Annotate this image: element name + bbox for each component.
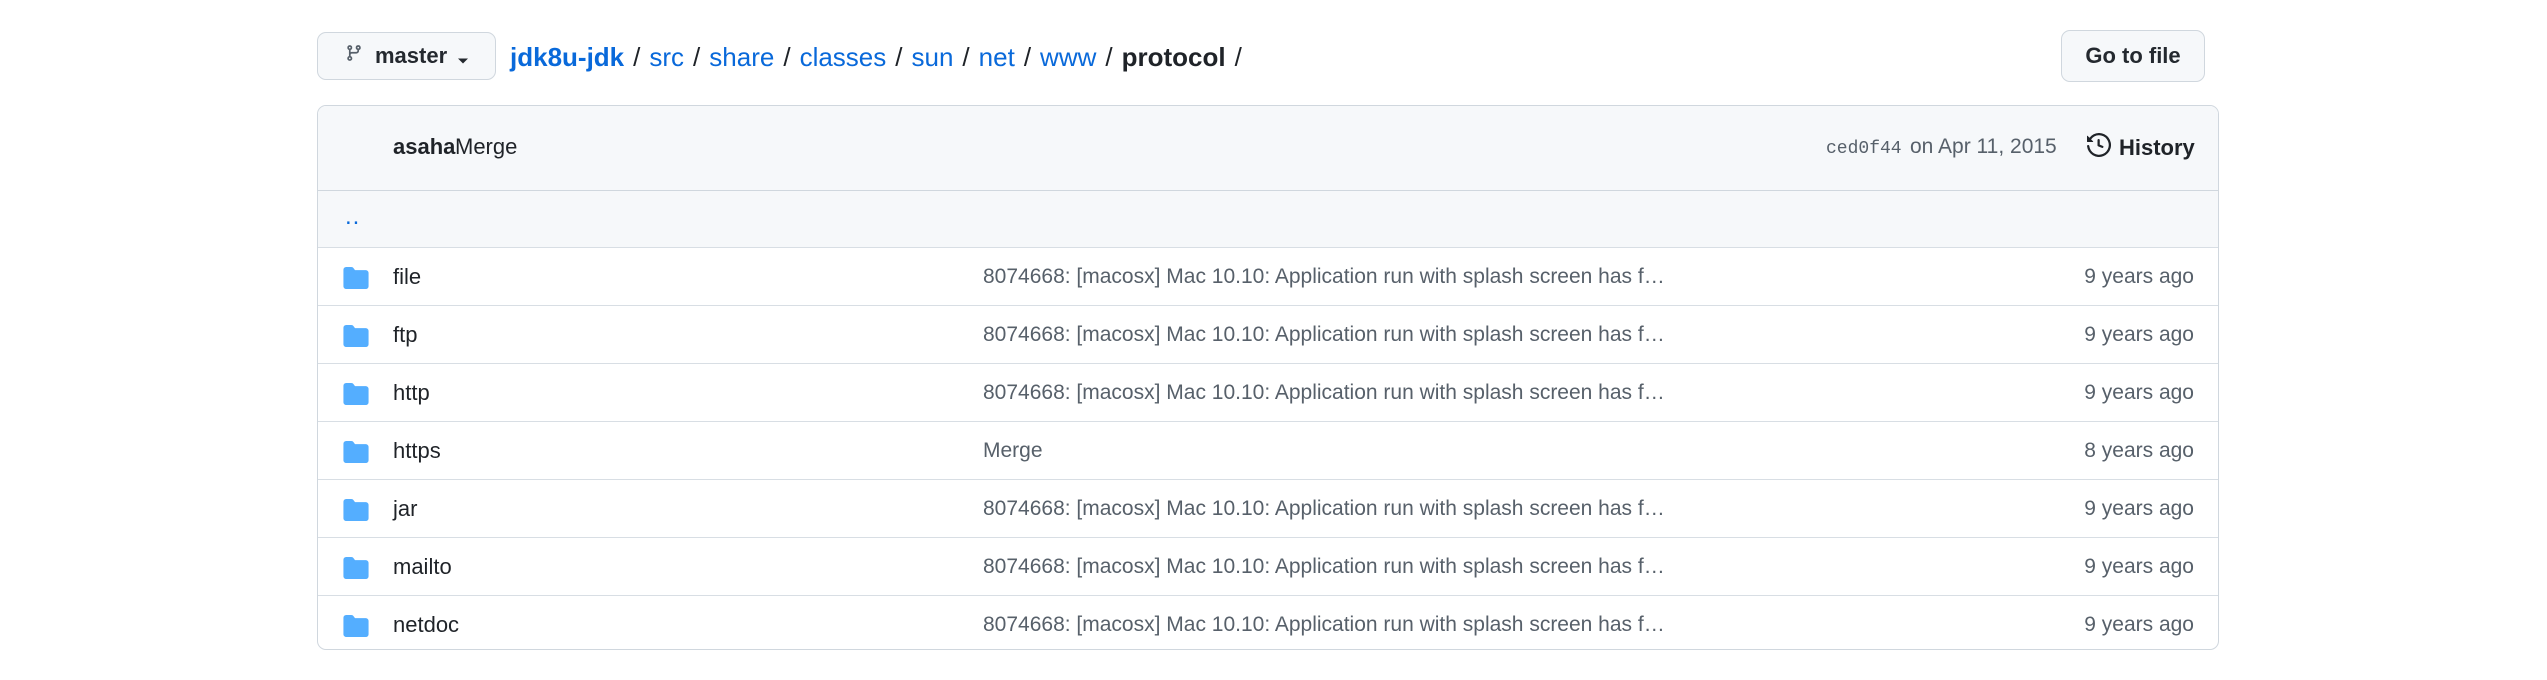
file-commit-age: 9 years ago xyxy=(2084,555,2194,578)
commit-message[interactable]: Merge xyxy=(455,134,517,160)
breadcrumb-item-classes[interactable]: classes xyxy=(800,42,887,72)
file-name[interactable]: netdoc xyxy=(393,612,459,638)
file-commit-message[interactable]: 8074668: [macosx] Mac 10.10: Application… xyxy=(983,497,1665,521)
file-row-mailto[interactable]: mailto 8074668: [macosx] Mac 10.10: Appl… xyxy=(318,538,2218,596)
file-commit-age: 9 years ago xyxy=(2084,381,2194,404)
file-name[interactable]: jar xyxy=(393,496,417,522)
parent-directory-row[interactable]: .. xyxy=(318,191,2218,248)
breadcrumb-separator: / xyxy=(693,42,701,72)
file-row-https[interactable]: https Merge 8 years ago xyxy=(318,422,2218,480)
folder-icon xyxy=(343,615,369,642)
breadcrumb-item-jdk8u-jdk[interactable]: jdk8u-jdk xyxy=(510,42,624,72)
file-commit-message[interactable]: 8074668: [macosx] Mac 10.10: Application… xyxy=(983,555,1665,579)
breadcrumb-separator: / xyxy=(895,42,903,72)
history-clock-icon xyxy=(2087,132,2119,163)
file-row-jar[interactable]: jar 8074668: [macosx] Mac 10.10: Applica… xyxy=(318,480,2218,538)
breadcrumb-item-net[interactable]: net xyxy=(979,42,1015,72)
breadcrumb-separator: / xyxy=(1105,42,1113,72)
file-row-ftp[interactable]: ftp 8074668: [macosx] Mac 10.10: Applica… xyxy=(318,306,2218,364)
folder-icon xyxy=(343,383,369,410)
breadcrumb-separator: / xyxy=(1234,42,1242,72)
folder-icon xyxy=(343,267,369,294)
breadcrumb-item-www[interactable]: www xyxy=(1040,42,1096,72)
breadcrumb-separator: / xyxy=(1023,42,1032,72)
file-commit-message[interactable]: 8074668: [macosx] Mac 10.10: Application… xyxy=(983,323,1665,347)
folder-icon xyxy=(343,499,369,526)
file-name[interactable]: file xyxy=(393,264,421,290)
breadcrumb-separator: / xyxy=(962,42,970,72)
breadcrumb-separator: / xyxy=(633,42,641,72)
breadcrumb-item-src[interactable]: src xyxy=(649,42,684,72)
file-name[interactable]: mailto xyxy=(393,554,452,580)
go-to-file-button[interactable]: Go to file xyxy=(2061,30,2205,82)
breadcrumb-item-share[interactable]: share xyxy=(709,42,774,72)
file-commit-age: 9 years ago xyxy=(2084,265,2194,288)
history-label: History xyxy=(2119,135,2195,160)
file-row-http[interactable]: http 8074668: [macosx] Mac 10.10: Applic… xyxy=(318,364,2218,422)
file-name[interactable]: https xyxy=(393,438,441,464)
commit-author[interactable]: asaha xyxy=(393,134,455,160)
folder-icon xyxy=(343,557,369,584)
parent-directory-link[interactable]: .. xyxy=(345,203,360,231)
file-row-file[interactable]: file 8074668: [macosx] Mac 10.10: Applic… xyxy=(318,248,2218,306)
history-link[interactable]: History xyxy=(2087,132,2195,163)
file-row-netdoc[interactable]: netdoc 8074668: [macosx] Mac 10.10: Appl… xyxy=(318,596,2218,649)
file-list-box: asaha Merge ced0f44 on Apr 11, 2015 Hist… xyxy=(317,105,2219,650)
branch-selector-button[interactable]: master xyxy=(317,32,496,80)
breadcrumb-separator: / xyxy=(783,42,791,72)
breadcrumb-item-sun[interactable]: sun xyxy=(912,42,954,72)
breadcrumb-item-protocol: protocol xyxy=(1121,42,1226,72)
caret-down-icon xyxy=(457,45,481,71)
file-name[interactable]: http xyxy=(393,380,430,406)
commit-sha[interactable]: ced0f44 xyxy=(1826,139,1902,159)
file-commit-message[interactable]: Merge xyxy=(983,439,1043,463)
repo-browser: master jdk8u-jdk / src / share / classes / sun / n… xyxy=(0,0,2547,680)
folder-icon xyxy=(343,441,369,468)
file-commit-message[interactable]: 8074668: [macosx] Mac 10.10: Application… xyxy=(983,613,1665,637)
file-commit-message[interactable]: 8074668: [macosx] Mac 10.10: Application… xyxy=(983,381,1665,405)
file-commit-age: 9 years ago xyxy=(2084,613,2194,636)
top-bar: master jdk8u-jdk / src / share / classes / sun / n… xyxy=(317,30,2205,82)
file-commit-message[interactable]: 8074668: [macosx] Mac 10.10: Application… xyxy=(983,265,1665,289)
file-commit-age: 9 years ago xyxy=(2084,323,2194,346)
breadcrumb: jdk8u-jdk / src / share / classes / sun / net / www /… xyxy=(510,40,1251,74)
branch-name: master xyxy=(375,43,448,68)
file-name[interactable]: ftp xyxy=(393,322,417,348)
file-commit-age: 8 years ago xyxy=(2084,439,2194,462)
commit-date: on Apr 11, 2015 xyxy=(1910,135,2057,158)
file-commit-age: 9 years ago xyxy=(2084,497,2194,520)
latest-commit-bar: asaha Merge ced0f44 on Apr 11, 2015 Hist… xyxy=(318,106,2218,191)
git-branch-icon xyxy=(345,43,375,69)
file-rows: file 8074668: [macosx] Mac 10.10: Applic… xyxy=(318,248,2218,649)
folder-icon xyxy=(343,325,369,352)
